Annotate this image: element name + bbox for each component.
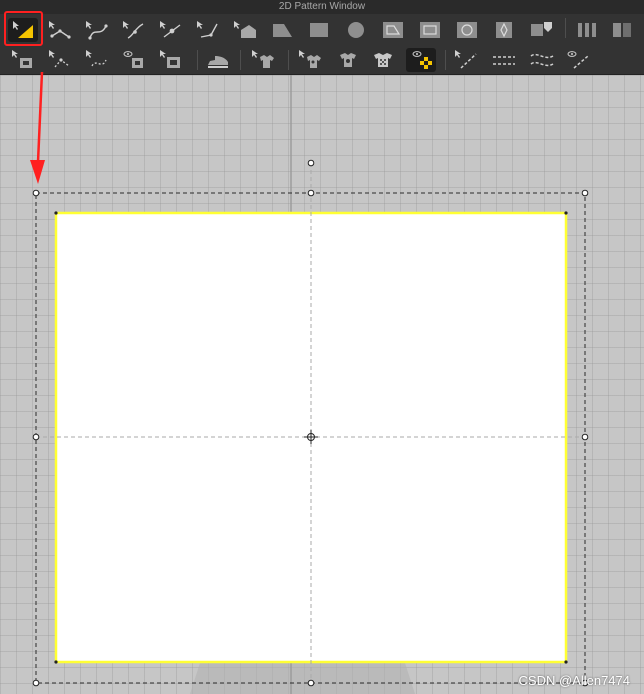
annotation-arrow [30, 71, 45, 184]
